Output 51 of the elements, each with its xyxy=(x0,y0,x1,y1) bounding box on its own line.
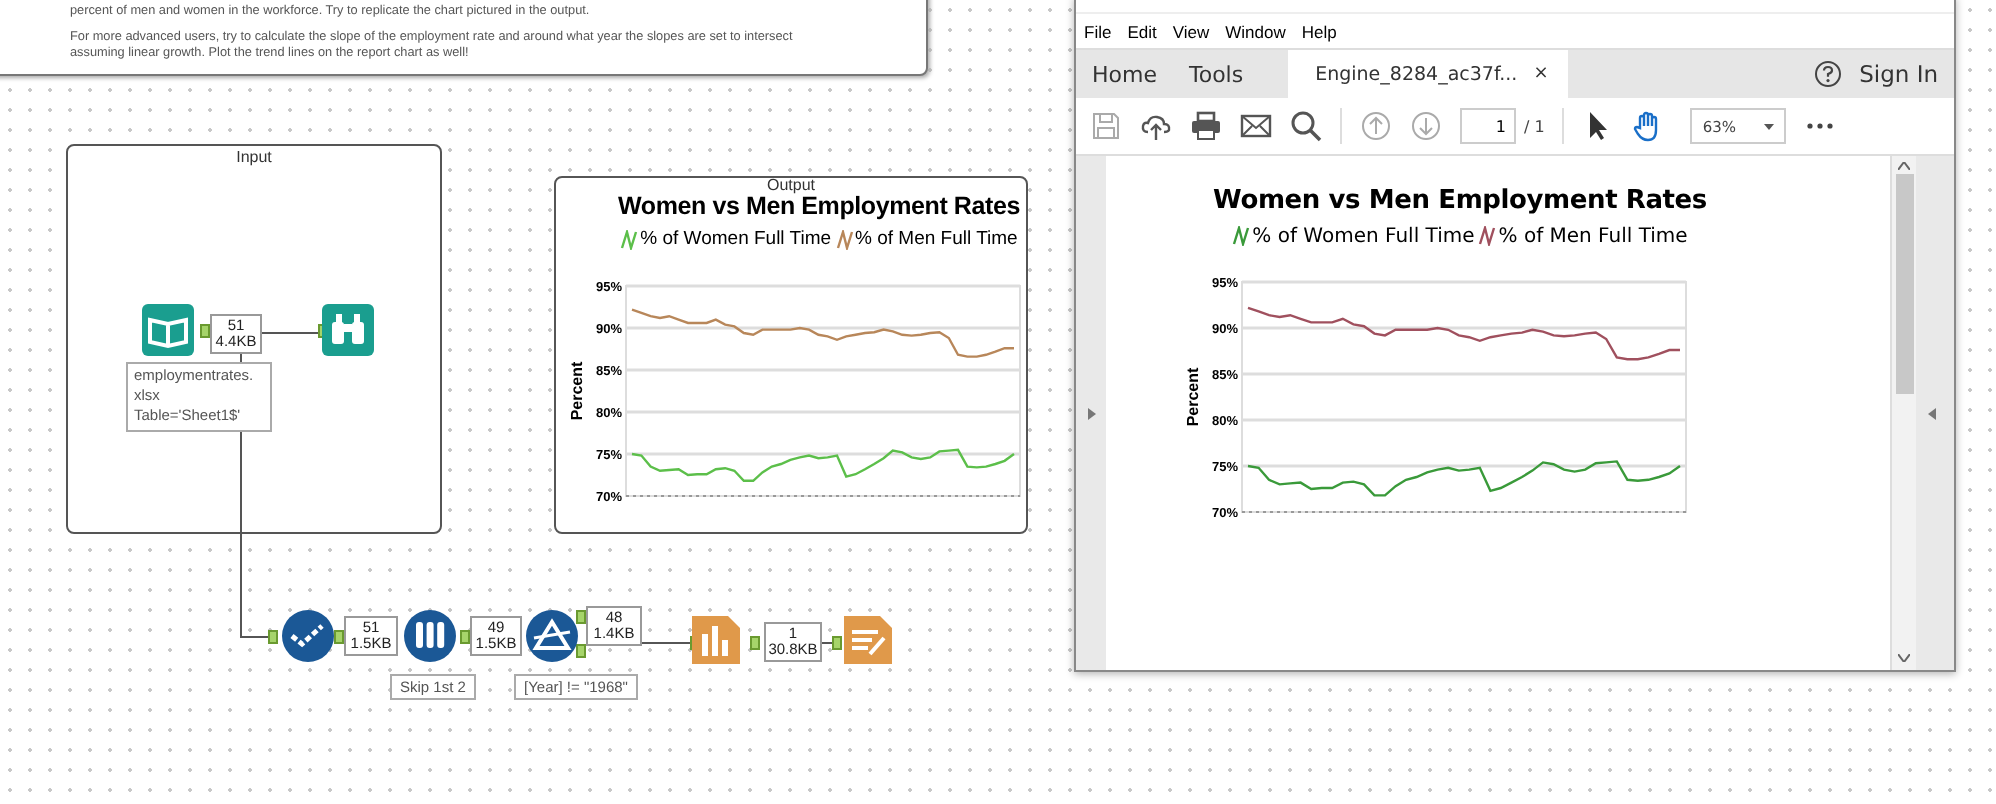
anchor-icon xyxy=(750,636,760,650)
legend-label: % of Men Full Time xyxy=(855,228,1018,251)
search-icon[interactable] xyxy=(1290,110,1322,142)
tab[interactable]: Home xyxy=(1076,50,1173,98)
menu-item[interactable]: File xyxy=(1084,21,1112,41)
checkmark-icon[interactable] xyxy=(282,610,334,662)
chart-title: Women vs Men Employment Rates xyxy=(1213,186,1707,216)
anchor-icon xyxy=(832,636,842,650)
menu-item[interactable]: View xyxy=(1172,21,1210,41)
close-icon[interactable]: × xyxy=(1533,64,1549,84)
legend-line-icon xyxy=(620,229,639,250)
anchor-icon xyxy=(576,644,586,658)
connection-line xyxy=(262,332,322,335)
container-title: Input xyxy=(236,148,272,166)
legend-label: % of Women Full Time xyxy=(640,228,832,251)
print-icon[interactable] xyxy=(1190,110,1222,142)
caret-icon xyxy=(1764,123,1775,129)
legend-line-icon xyxy=(1232,226,1251,247)
anchor-icon xyxy=(334,630,344,644)
menu-item[interactable]: Edit xyxy=(1127,21,1157,41)
columns-icon[interactable] xyxy=(404,610,456,662)
legend-label: % of Women Full Time xyxy=(1252,225,1475,248)
book-icon[interactable] xyxy=(142,304,194,356)
binoculars-icon[interactable] xyxy=(322,304,374,356)
y-axis-label: Percent xyxy=(568,360,586,420)
expand-left-pane-icon[interactable] xyxy=(1087,407,1095,419)
anchor-icon xyxy=(460,630,470,644)
scroll-up-icon[interactable] xyxy=(1898,162,1910,170)
scrollbar-thumb[interactable] xyxy=(1895,174,1913,394)
scroll-down-icon[interactable] xyxy=(1898,654,1910,662)
y-axis-label: Percent xyxy=(1184,368,1202,427)
tab[interactable]: Tools xyxy=(1172,50,1260,98)
anchor-icon xyxy=(576,610,586,624)
cloud-upload-icon[interactable] xyxy=(1140,110,1172,142)
menu-item[interactable]: Help xyxy=(1301,21,1337,41)
tab[interactable]: Engine_8284_ac37f... × xyxy=(1287,50,1569,98)
sign-in-link[interactable]: Sign In xyxy=(1859,60,1938,88)
anchor-icon xyxy=(268,630,278,644)
expand-right-pane-icon[interactable] xyxy=(1928,407,1936,419)
legend-line-icon xyxy=(835,229,854,250)
page-total: / 1 xyxy=(1524,117,1545,135)
page-number-field[interactable]: 1 xyxy=(1460,108,1516,144)
container-title: Output xyxy=(766,178,815,194)
menu-item[interactable]: Window xyxy=(1225,21,1286,41)
legend-line-icon xyxy=(1478,226,1497,247)
email-icon[interactable] xyxy=(1240,110,1272,142)
chart-title: Women vs Men Employment Rates xyxy=(618,192,1020,220)
legend-label: % of Men Full Time xyxy=(1498,225,1688,248)
anchor-icon xyxy=(200,324,210,338)
help-icon[interactable] xyxy=(1813,60,1842,88)
scrollbar[interactable] xyxy=(1890,156,1916,670)
